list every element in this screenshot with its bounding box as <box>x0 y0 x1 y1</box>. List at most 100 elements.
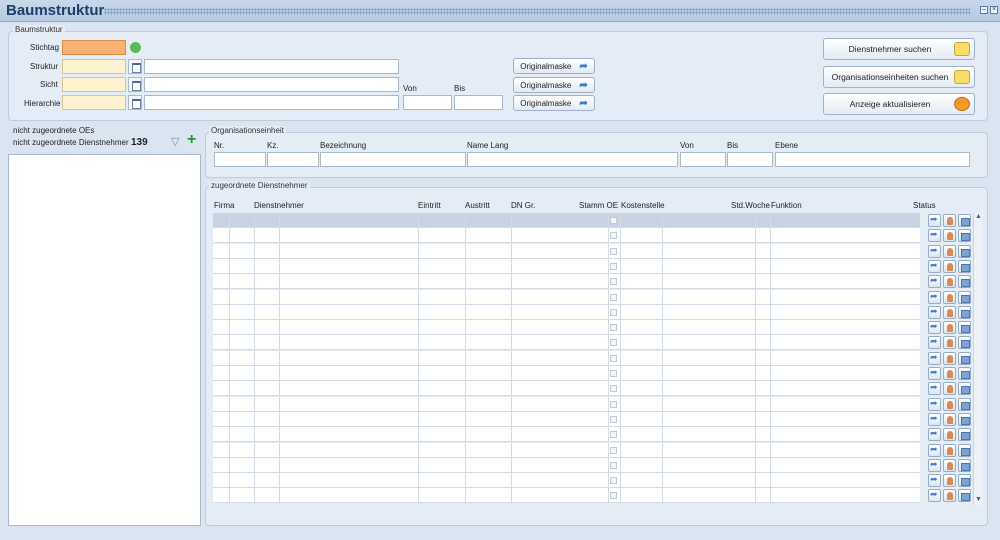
open-icon[interactable] <box>928 290 941 304</box>
stamm-oe-checkbox[interactable] <box>610 370 617 377</box>
col-firma[interactable]: Firma <box>214 201 234 210</box>
open-icon[interactable] <box>928 305 941 319</box>
table-row[interactable] <box>213 473 920 489</box>
open-icon[interactable] <box>928 458 941 472</box>
person-icon[interactable] <box>943 458 956 472</box>
table-row[interactable] <box>213 335 920 351</box>
open-icon[interactable] <box>928 367 941 380</box>
copy-icon[interactable] <box>958 351 971 365</box>
open-icon[interactable] <box>928 474 941 488</box>
table-row[interactable] <box>213 488 920 504</box>
oe-ebene-field[interactable] <box>775 152 970 167</box>
open-icon[interactable] <box>928 489 941 503</box>
stamm-oe-checkbox[interactable] <box>610 339 617 347</box>
copy-icon[interactable] <box>958 397 971 411</box>
person-icon[interactable] <box>943 367 956 380</box>
person-icon[interactable] <box>943 412 956 426</box>
col-status[interactable]: Status <box>913 201 936 210</box>
person-icon[interactable] <box>943 428 956 442</box>
copy-icon[interactable] <box>958 443 971 457</box>
table-row[interactable] <box>213 457 920 473</box>
col-std-woche[interactable]: Std.Woche <box>731 201 770 210</box>
col-funktion[interactable]: Funktion <box>771 201 802 210</box>
minimize-button[interactable]: – <box>980 6 988 14</box>
person-icon[interactable] <box>943 336 956 350</box>
open-icon[interactable] <box>928 443 941 457</box>
person-icon[interactable] <box>943 321 956 335</box>
stamm-oe-checkbox[interactable] <box>610 247 617 255</box>
person-icon[interactable] <box>943 397 956 411</box>
open-icon[interactable] <box>928 321 941 335</box>
table-row[interactable] <box>213 427 920 443</box>
copy-icon[interactable] <box>958 474 971 488</box>
copy-icon[interactable] <box>958 229 971 243</box>
col-kostenstelle[interactable]: Kostenstelle <box>621 201 665 210</box>
open-icon[interactable] <box>928 412 941 426</box>
copy-icon[interactable] <box>958 458 971 472</box>
copy-icon[interactable] <box>958 367 971 380</box>
table-row[interactable] <box>213 304 920 320</box>
stamm-oe-checkbox[interactable] <box>610 385 617 393</box>
person-icon[interactable] <box>943 443 956 457</box>
struktur-text-field[interactable] <box>144 59 399 74</box>
copy-icon[interactable] <box>958 382 971 396</box>
open-icon[interactable] <box>928 351 941 365</box>
person-icon[interactable] <box>943 214 956 227</box>
hierarchie-calendar-icon[interactable] <box>128 95 142 110</box>
oe-kz-field[interactable] <box>267 152 319 167</box>
originalmaske-button-3[interactable]: Originalmaske ➦ <box>513 95 595 111</box>
filter-icon[interactable]: ▽ <box>171 135 179 148</box>
table-row[interactable] <box>213 366 920 381</box>
stamm-oe-checkbox[interactable] <box>610 415 617 423</box>
stamm-oe-checkbox[interactable] <box>610 400 617 408</box>
table-row[interactable] <box>213 381 920 397</box>
oe-bis-field[interactable] <box>727 152 773 167</box>
oe-nr-field[interactable] <box>214 152 266 167</box>
sicht-text-field[interactable] <box>144 77 399 92</box>
person-icon[interactable] <box>943 351 956 365</box>
copy-icon[interactable] <box>958 275 971 289</box>
col-dienstnehmer[interactable]: Dienstnehmer <box>254 201 304 210</box>
stamm-oe-checkbox[interactable] <box>610 324 617 332</box>
table-row[interactable] <box>213 289 920 305</box>
copy-icon[interactable] <box>958 428 971 442</box>
anzeige-aktualisieren-button[interactable]: Anzeige aktualisieren <box>823 93 975 115</box>
open-icon[interactable] <box>928 244 941 258</box>
person-icon[interactable] <box>943 259 956 273</box>
stamm-oe-checkbox[interactable] <box>610 217 617 224</box>
close-button[interactable]: × <box>990 6 998 14</box>
table-scrollbar[interactable]: ▲ ▼ <box>973 213 982 505</box>
person-icon[interactable] <box>943 229 956 243</box>
open-icon[interactable] <box>928 229 941 243</box>
sicht-calendar-icon[interactable] <box>128 77 142 92</box>
open-icon[interactable] <box>928 428 941 442</box>
hierarchie-text-field[interactable] <box>144 95 399 110</box>
add-icon[interactable]: + <box>187 131 196 149</box>
hierarchie-input[interactable] <box>62 95 126 110</box>
oe-name-lang-field[interactable] <box>467 152 678 167</box>
col-dn-gr[interactable]: DN Gr. <box>511 201 535 210</box>
open-icon[interactable] <box>928 259 941 273</box>
stamm-oe-checkbox[interactable] <box>610 262 617 270</box>
stichtag-input[interactable] <box>62 40 126 55</box>
von-input[interactable] <box>403 95 452 110</box>
originalmaske-button-1[interactable]: Originalmaske ➦ <box>513 58 595 74</box>
stamm-oe-checkbox[interactable] <box>610 293 617 301</box>
oe-bezeichnung-field[interactable] <box>320 152 466 167</box>
col-stamm-oe[interactable]: Stamm OE <box>579 201 618 210</box>
bis-input[interactable] <box>454 95 503 110</box>
person-icon[interactable] <box>943 382 956 396</box>
sicht-input[interactable] <box>62 77 126 92</box>
person-icon[interactable] <box>943 244 956 258</box>
stamm-oe-checkbox[interactable] <box>610 492 617 500</box>
stamm-oe-checkbox[interactable] <box>610 232 617 240</box>
copy-icon[interactable] <box>958 489 971 503</box>
open-icon[interactable] <box>928 275 941 289</box>
table-row[interactable] <box>213 274 920 290</box>
copy-icon[interactable] <box>958 290 971 304</box>
table-row[interactable] <box>213 258 920 274</box>
open-icon[interactable] <box>928 336 941 350</box>
scroll-down-icon[interactable]: ▼ <box>975 496 982 503</box>
stamm-oe-checkbox[interactable] <box>610 278 617 286</box>
table-row[interactable] <box>213 442 920 458</box>
